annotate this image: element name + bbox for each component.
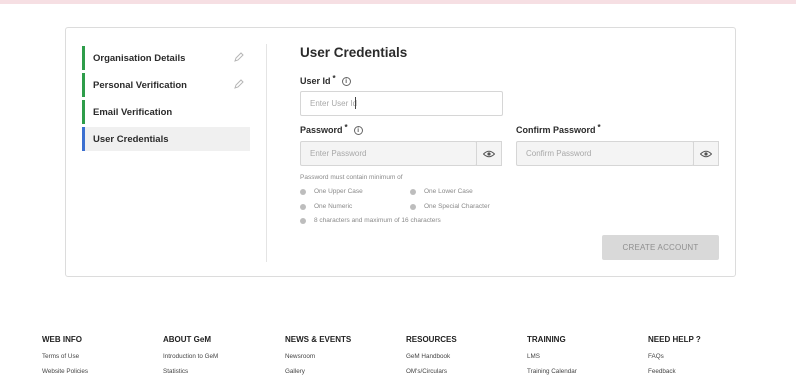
required-marker: * [597, 122, 601, 132]
pencil-icon[interactable] [234, 52, 244, 62]
required-marker: * [344, 122, 348, 132]
footer-link[interactable]: Statistics [163, 368, 273, 375]
step-label: Email Verification [93, 106, 173, 118]
bullet-dot-icon [300, 203, 306, 210]
password-rule-text: One Lower Case [424, 188, 473, 195]
footer-link[interactable]: Introduction to GeM [163, 353, 273, 360]
eye-icon [699, 145, 713, 163]
user-id-input[interactable]: Enter User Id [300, 91, 503, 116]
footer-heading: NEWS & EVENTS [285, 335, 352, 344]
user-id-placeholder: Enter User Id [310, 99, 358, 108]
create-account-button[interactable]: CREATE ACCOUNT [602, 235, 719, 260]
step-list: Organisation Details Personal Verificati… [82, 46, 250, 154]
form-title: User Credentials [300, 45, 408, 60]
footer-link[interactable]: Feedback [648, 368, 758, 375]
password-rule-text: One Special Character [424, 203, 490, 210]
bullet-dot-icon [300, 188, 306, 195]
footer-heading: TRAINING [527, 335, 566, 344]
footer-link[interactable]: Training Calendar [527, 368, 637, 375]
required-marker: * [332, 73, 336, 83]
password-rule-text: 8 characters and maximum of 16 character… [314, 217, 441, 224]
footer-link[interactable]: Terms of Use [42, 353, 152, 360]
password-rule: One Upper Case [300, 188, 363, 195]
info-icon[interactable]: i [353, 125, 363, 135]
footer-column-resources: RESOURCES GeM Handbook OM's/Circulars [406, 335, 516, 375]
footer-column-web-info: WEB INFO Terms of Use Website Policies [42, 335, 152, 375]
confirm-password-label: Confirm Password * [516, 122, 601, 136]
password-input[interactable]: Enter Password [300, 141, 477, 166]
text-cursor-icon [355, 97, 356, 109]
confirm-password-label-text: Confirm Password [516, 125, 596, 135]
password-rule: One Lower Case [410, 188, 473, 195]
password-rule-text: One Upper Case [314, 188, 363, 195]
bullet-dot-icon [410, 203, 416, 210]
password-label: Password * i [300, 122, 363, 135]
footer-column-news-events: NEWS & EVENTS Newsroom Gallery [285, 335, 395, 375]
footer-heading: WEB INFO [42, 335, 82, 344]
footer-link[interactable]: FAQs [648, 353, 758, 360]
step-user-credentials[interactable]: User Credentials [82, 127, 250, 151]
pencil-icon[interactable] [234, 79, 244, 89]
password-visibility-toggle[interactable] [476, 141, 502, 166]
footer-link[interactable]: GeM Handbook [406, 353, 516, 360]
password-label-text: Password [300, 125, 343, 135]
user-id-label-text: User Id [300, 76, 331, 86]
password-rule: One Numeric [300, 203, 352, 210]
footer-column-training: TRAINING LMS Training Calendar [527, 335, 637, 375]
password-rule: 8 characters and maximum of 16 character… [300, 217, 441, 224]
footer-column-about-gem: ABOUT GeM Introduction to GeM Statistics [163, 335, 273, 375]
step-label: User Credentials [93, 133, 169, 145]
footer-link[interactable]: Gallery [285, 368, 395, 375]
step-organisation-details[interactable]: Organisation Details [82, 46, 250, 70]
confirm-password-input[interactable]: Confirm Password [516, 141, 694, 166]
footer-heading: RESOURCES [406, 335, 457, 344]
registration-card: Organisation Details Personal Verificati… [65, 27, 736, 277]
password-placeholder: Enter Password [310, 149, 367, 158]
info-icon[interactable]: i [341, 76, 351, 86]
bullet-dot-icon [410, 188, 416, 195]
eye-icon [482, 145, 496, 163]
footer-link[interactable]: Website Policies [42, 368, 152, 375]
password-rule: One Special Character [410, 203, 490, 210]
step-label: Personal Verification [93, 79, 187, 91]
footer-column-need-help: NEED HELP ? FAQs Feedback [648, 335, 758, 375]
confirm-password-visibility-toggle[interactable] [693, 141, 719, 166]
top-accent-bar [0, 0, 796, 4]
step-label: Organisation Details [93, 52, 186, 64]
vertical-divider [266, 44, 267, 262]
confirm-password-placeholder: Confirm Password [526, 149, 592, 158]
password-rules-title: Password must contain minimum of [300, 174, 403, 181]
footer-link[interactable]: LMS [527, 353, 637, 360]
footer-link[interactable]: Newsroom [285, 353, 395, 360]
bullet-dot-icon [300, 217, 306, 224]
footer-heading: NEED HELP ? [648, 335, 701, 344]
step-personal-verification[interactable]: Personal Verification [82, 73, 250, 97]
user-id-label: User Id * i [300, 73, 351, 86]
password-rule-text: One Numeric [314, 203, 353, 210]
footer-link[interactable]: OM's/Circulars [406, 368, 516, 375]
step-email-verification[interactable]: Email Verification [82, 100, 250, 124]
footer-heading: ABOUT GeM [163, 335, 211, 344]
